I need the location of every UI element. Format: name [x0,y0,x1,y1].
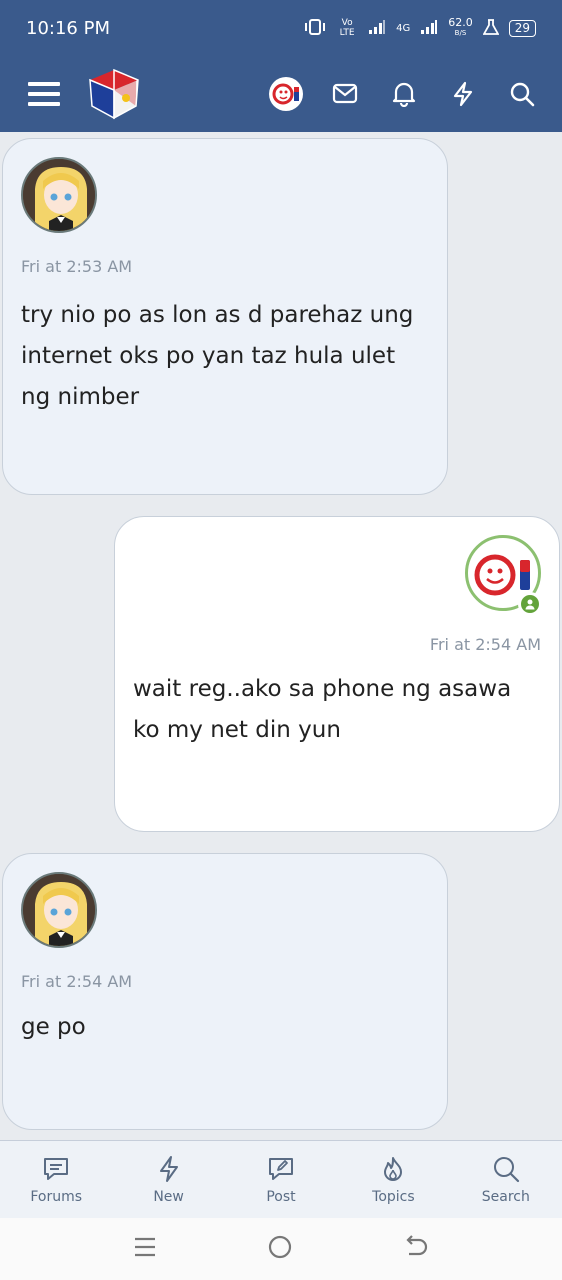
message-time: Fri at 2:53 AM [21,257,133,276]
tab-forums[interactable]: Forums [0,1141,112,1218]
recent-apps-icon[interactable] [133,1236,157,1262]
net-type-label: 4G [396,22,411,34]
online-status-icon [518,592,542,616]
back-icon[interactable] [403,1235,429,1263]
system-navigation-bar [0,1218,562,1280]
tab-topics[interactable]: Topics [337,1141,449,1218]
tab-label: Search [481,1188,530,1205]
tab-new[interactable]: New [112,1141,224,1218]
vibrate-icon [304,18,326,38]
inbox-icon[interactable] [323,72,367,116]
user-avatar [269,77,303,111]
search-icon [493,1156,519,1182]
message-bubble: Fri at 2:54 AM wait reg..ako sa phone ng… [114,516,560,832]
message-time: Fri at 2:54 AM [429,635,541,654]
signal-icon-2 [420,19,438,38]
tab-post[interactable]: Post [225,1141,337,1218]
message-text: ge po [21,1014,86,1040]
message-text: wait reg..ako sa phone ng asawa ko my ne… [133,676,512,743]
nav-bar [0,56,562,132]
lightning-icon[interactable] [441,72,485,116]
tab-label: Forums [30,1188,83,1205]
bell-icon[interactable] [382,72,426,116]
message-time: Fri at 2:54 AM [21,972,133,991]
signal-icon [368,19,386,38]
status-icons: Vo LTE 4G 62.0 B/S 29 [304,16,536,38]
home-icon[interactable] [267,1234,293,1264]
site-logo[interactable] [86,66,142,122]
avatar[interactable] [21,872,97,948]
app-header: 10:16 PM Vo LTE 4G 62.0 B/S 29 [0,0,562,132]
lightning-icon [159,1155,178,1182]
tab-label: New [153,1188,184,1205]
bottom-tab-bar: Forums New Post Topics Search [0,1140,562,1218]
volte-label: Vo LTE [339,18,355,38]
forums-icon [44,1157,69,1180]
flame-icon [384,1156,403,1181]
search-icon[interactable] [500,72,544,116]
flask-icon [482,18,500,38]
net-speed: 62.0 B/S [448,16,473,37]
tab-search[interactable]: Search [450,1141,562,1218]
battery-icon: 29 [508,19,536,37]
message-bubble: Fri at 2:54 AM ge po [2,853,448,1130]
tab-label: Post [266,1188,296,1205]
user-avatar-button[interactable] [264,72,308,116]
avatar[interactable] [21,157,97,233]
menu-icon[interactable] [22,72,66,116]
message-bubble: Fri at 2:53 AM try nio po as lon as d pa… [2,138,448,495]
status-time: 10:16 PM [26,17,110,39]
message-text: try nio po as lon as d parehaz ung inter… [21,302,414,410]
post-icon [269,1157,294,1180]
status-bar: 10:16 PM Vo LTE 4G 62.0 B/S 29 [0,0,562,56]
tab-label: Topics [372,1188,415,1205]
conversation-messages: Fri at 2:53 AM try nio po as lon as d pa… [0,132,562,1140]
